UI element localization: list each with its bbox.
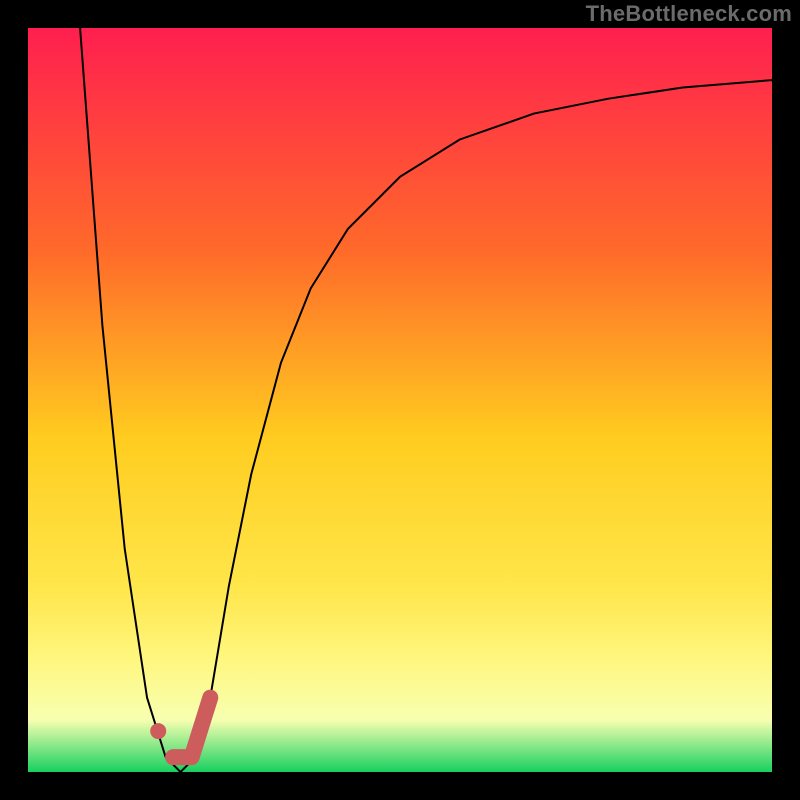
chart-frame: TheBottleneck.com	[0, 0, 800, 800]
chart-svg	[28, 28, 772, 772]
chart-background-gradient	[28, 28, 772, 772]
chart-plot-area	[28, 28, 772, 772]
marker-dot	[150, 723, 166, 739]
watermark-text: TheBottleneck.com	[586, 1, 792, 27]
